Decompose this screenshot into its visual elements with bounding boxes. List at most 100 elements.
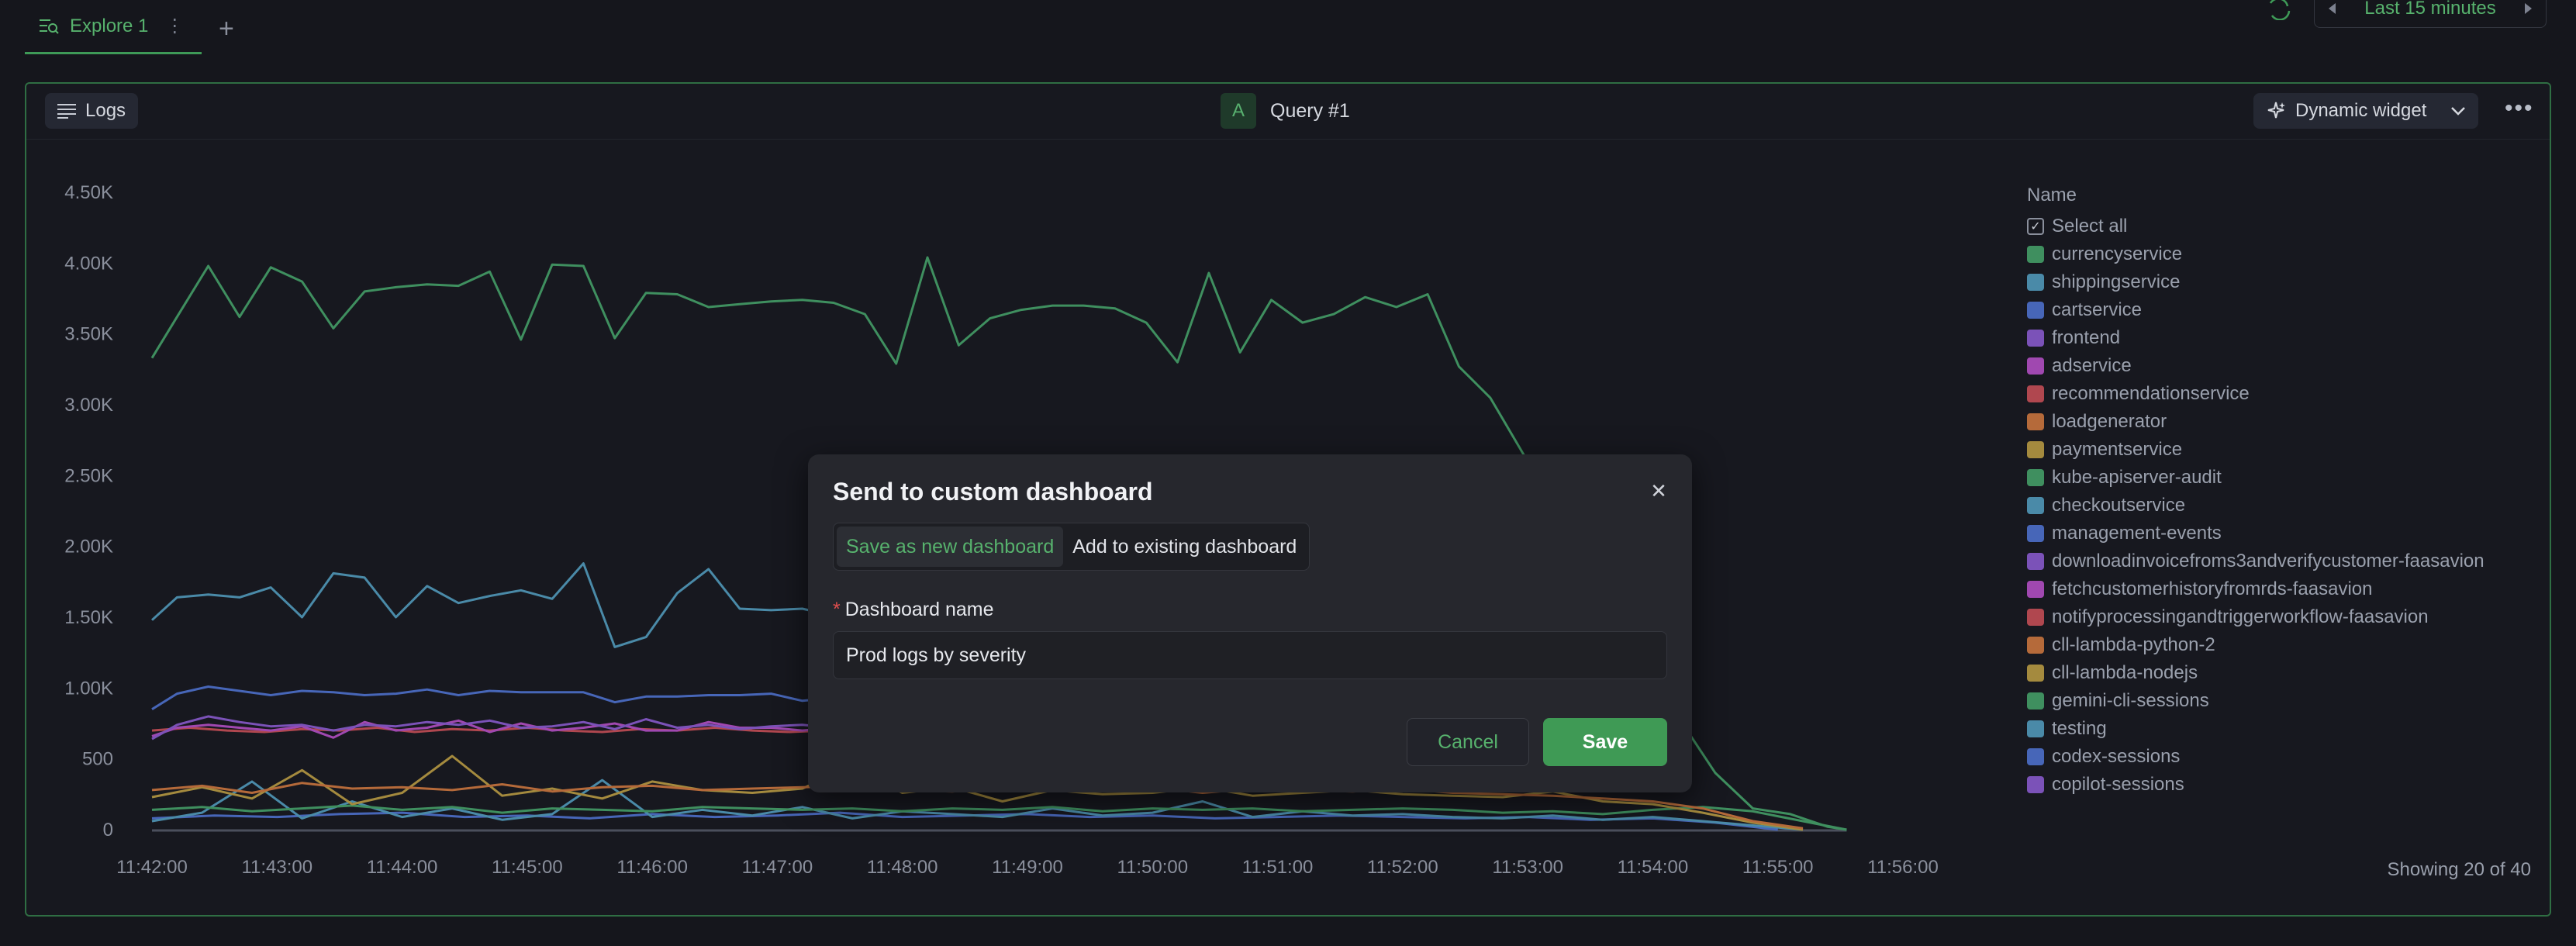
x-tick-label: 11:48:00 [867,857,938,878]
x-tick-label: 11:51:00 [1242,857,1314,878]
legend-swatch [2027,441,2044,458]
x-tick-label: 11:50:00 [1117,857,1188,878]
y-tick-label: 2.50K [64,465,113,486]
legend-select-all-label: Select all [2052,216,2128,236]
x-tick-label: 11:56:00 [1867,857,1939,878]
tab-kebab-icon[interactable]: ⋮ [165,15,184,37]
legend-item-label: testing [2052,718,2107,739]
legend: Name ✓ Select all currencyservice shippin… [2027,185,2539,799]
time-range-label: Last 15 minutes [2364,0,2496,19]
series-line-shippingservice [150,562,897,648]
x-tick-label: 11:55:00 [1742,857,1814,878]
explore-icon [40,19,59,34]
x-tick-label: 11:54:00 [1618,857,1689,878]
sparkles-icon [2267,102,2285,119]
x-tick-label: 11:46:00 [616,857,688,878]
legend-item-label: checkoutservice [2052,495,2186,516]
legend-item-label: recommendationservice [2052,383,2250,404]
legend-swatch [2027,385,2044,402]
legend-swatch [2027,497,2044,514]
dashboard-name-label-text: Dashboard name [844,599,994,620]
legend-item[interactable]: testing [2027,715,2539,743]
tab-save-as-new-dashboard[interactable]: Save as new dashboard [837,527,1064,567]
legend-swatch [2027,720,2044,737]
legend-item-label: downloadinvoicefroms3andverifycustomer-f… [2052,551,2484,571]
cancel-button[interactable]: Cancel [1407,718,1529,766]
legend-item-label: cll-lambda-nodejs [2052,662,2198,683]
time-range-picker[interactable]: Last 15 minutes [2314,0,2547,28]
legend-item[interactable]: cll-lambda-python-2 [2027,631,2539,659]
legend-item[interactable]: kube-apiserver-audit [2027,464,2539,492]
legend-item[interactable]: gemini-cli-sessions [2027,687,2539,715]
legend-item[interactable]: paymentservice [2027,436,2539,464]
close-icon[interactable]: ✕ [1647,479,1670,502]
legend-item[interactable]: frontend [2027,324,2539,352]
legend-item[interactable]: cartservice [2027,296,2539,324]
legend-item[interactable]: loadgenerator [2027,408,2539,436]
legend-item-label: copilot-sessions [2052,774,2184,795]
y-tick-label: 1.50K [64,607,113,628]
legend-item[interactable]: fetchcustomerhistoryfromrds-faasavion [2027,575,2539,603]
tab-bar: Explore 1 ⋮ + Last 15 minutes [0,0,2576,56]
tab-add-to-existing-dashboard[interactable]: Add to existing dashboard [1063,527,1306,567]
y-tick-label: 0 [103,820,113,841]
legend-item-label: codex-sessions [2052,746,2181,767]
y-tick-label: 500 [82,749,113,770]
legend-item-label: management-events [2052,523,2222,544]
legend-item-label: currencyservice [2052,243,2183,264]
save-button[interactable]: Save [1543,718,1667,766]
dashboard-name-label: * Dashboard name [833,599,994,621]
legend-item-label: cll-lambda-python-2 [2052,634,2215,655]
legend-item-label: shippingservice [2052,271,2181,292]
dashboard-name-input[interactable] [833,631,1667,679]
legend-item[interactable]: copilot-sessions [2027,771,2539,799]
previous-range-icon[interactable] [2329,3,2336,14]
x-tick-label: 11:44:00 [367,857,438,878]
legend-item[interactable]: management-events [2027,520,2539,547]
x-tick-label: 11:45:00 [492,857,563,878]
legend-item-label: kube-apiserver-audit [2052,467,2222,488]
chevron-down-icon [2451,107,2465,116]
x-tick-label: 11:47:00 [742,857,813,878]
y-tick-label: 2.00K [64,537,113,558]
legend-item[interactable]: cll-lambda-nodejs [2027,659,2539,687]
legend-item[interactable]: checkoutservice [2027,492,2539,520]
legend-item[interactable]: currencyservice [2027,240,2539,268]
y-tick-label: 3.00K [64,395,113,416]
legend-swatch [2027,609,2044,626]
legend-item-label: loadgenerator [2052,411,2167,432]
legend-item[interactable]: codex-sessions [2027,743,2539,771]
legend-swatch [2027,553,2044,570]
legend-item[interactable]: adservice [2027,352,2539,380]
legend-item[interactable]: recommendationservice [2027,380,2539,408]
checkbox-checked-icon[interactable]: ✓ [2027,218,2044,235]
legend-item[interactable]: shippingservice [2027,268,2539,296]
legend-title: Name [2027,185,2077,205]
legend-item-label: notifyprocessingandtriggerworkflow-faasa… [2052,606,2429,627]
more-options-icon[interactable]: ••• [2505,97,2534,120]
legend-swatch [2027,330,2044,347]
legend-item-label: gemini-cli-sessions [2052,690,2209,711]
legend-swatch [2027,274,2044,291]
legend-swatch [2027,692,2044,710]
visualization-dropdown[interactable]: Dynamic widget [2253,93,2478,129]
legend-swatch [2027,637,2044,654]
legend-item[interactable]: downloadinvoicefroms3andverifycustomer-f… [2027,547,2539,575]
tab-label: Explore 1 [70,15,149,36]
showing-count: Showing 20 of 40 [2387,859,2531,880]
refresh-icon[interactable] [2266,0,2294,20]
legend-swatch [2027,469,2044,486]
legend-item-label: fetchcustomerhistoryfromrds-faasavion [2052,578,2373,599]
y-tick-label: 4.00K [64,253,113,274]
legend-swatch [2027,357,2044,375]
legend-swatch [2027,413,2044,430]
legend-select-all[interactable]: ✓ Select all [2027,212,2539,240]
legend-swatch [2027,776,2044,793]
legend-swatch [2027,581,2044,598]
legend-item-label: paymentservice [2052,439,2183,460]
legend-item[interactable]: notifyprocessingandtriggerworkflow-faasa… [2027,603,2539,631]
required-mark: * [833,599,841,620]
tab-explore-1[interactable]: Explore 1 ⋮ [25,0,202,54]
next-range-icon[interactable] [2525,3,2532,14]
add-tab-button[interactable]: + [219,16,234,42]
